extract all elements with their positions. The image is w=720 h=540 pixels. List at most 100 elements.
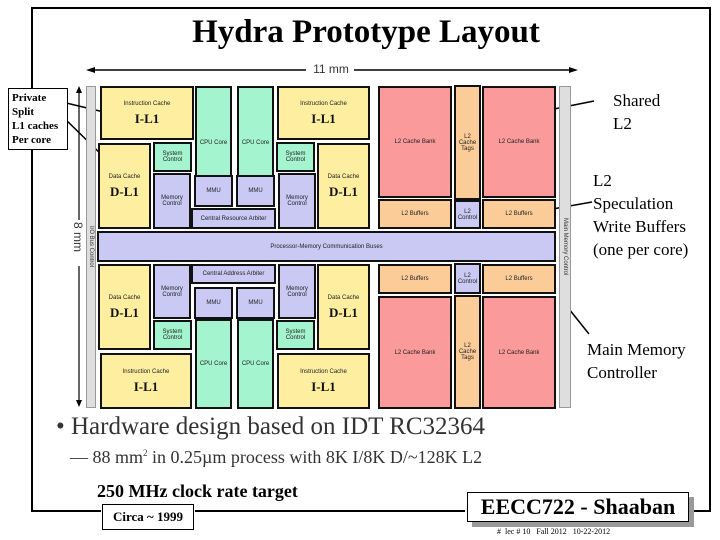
l2-control-bottom: L2 Control <box>454 263 481 294</box>
block-tag: D-L1 <box>110 184 139 199</box>
callout-line: L1 caches <box>12 120 59 132</box>
memory-control-top-right: Memory Control <box>278 173 316 229</box>
block-label: Data Cache <box>327 295 360 301</box>
block-label: L2 Buffers <box>505 211 533 217</box>
clock-rate-text: 250 MHz clock rate target <box>97 481 298 501</box>
block-label: System Control <box>162 151 183 163</box>
main-memory-control-strip: Main Memory Control <box>559 86 571 408</box>
block-label: CPU Core <box>241 140 270 146</box>
block-label: L2 Cache Bank <box>498 139 540 145</box>
block-label: L2 Cache Bank <box>498 349 540 356</box>
l2-cache-bank-bottom-left: L2 Cache Bank <box>378 296 452 409</box>
block-label: L2 Cache Bank <box>394 139 436 145</box>
block-label: L2 Buffers <box>401 211 429 217</box>
block-label: Data Cache <box>108 174 141 180</box>
block-tag: I-L1 <box>311 379 336 394</box>
l2-control-top: L2 Control <box>454 200 481 229</box>
arrow-left-icon <box>86 67 95 73</box>
cpu-core-bottom-left: CPU Core <box>195 319 232 409</box>
instruction-cache-top-left: Instruction Cache I-L1 <box>100 86 194 140</box>
data-cache-top-left: Data Cache D-L1 <box>98 143 151 229</box>
callout-line: L2 <box>613 114 632 133</box>
callout-line: Per core <box>12 134 51 146</box>
l2-cache-bank-top-left: L2 Cache Bank <box>378 86 452 198</box>
bullet-text: — 88 mm <box>70 447 144 467</box>
block-label: CPU Core <box>199 140 228 146</box>
callout-line: Write Buffers <box>593 217 686 236</box>
block-label: L2 Buffers <box>505 276 533 282</box>
l2-buffers-bottom-left: L2 Buffers <box>378 264 452 294</box>
circa-box: Circa ~ 1999 <box>102 504 194 530</box>
callout-line: Controller <box>587 363 657 382</box>
block-tag: I-L1 <box>133 379 159 394</box>
bullet-hardware-design: • Hardware design based on IDT RC32364 <box>56 413 486 440</box>
block-tag: D-L1 <box>329 184 358 199</box>
block-label: MMU <box>248 300 263 306</box>
mmu-bottom-left: MMU <box>194 287 233 319</box>
callout-private-l1: Private Split L1 caches Per core <box>8 88 68 150</box>
arrow-right-icon <box>569 67 578 73</box>
block-label: Data Cache <box>327 174 360 180</box>
callout-line: L2 <box>593 171 612 190</box>
callout-l2-speculation: L2 Speculation Write Buffers (one per co… <box>593 169 688 261</box>
system-control-bottom-right: System Control <box>276 320 315 350</box>
callout-line: Main Memory <box>587 340 686 359</box>
memory-control-top-left: Memory Control <box>153 173 191 229</box>
block-label: CPU Core <box>241 361 270 367</box>
block-label: System Control <box>162 329 183 341</box>
system-control-bottom-left: System Control <box>153 320 192 350</box>
block-label: Data Cache <box>108 295 141 301</box>
l2-cache-bank-bottom-right: L2 Cache Bank <box>482 296 556 409</box>
block-tag: I-L1 <box>311 111 336 126</box>
callout-line: Shared <box>613 91 661 110</box>
bullet-process-detail: — 88 mm2 in 0.25µm process with 8K I/8K … <box>70 447 482 468</box>
block-label: Instruction Cache <box>300 101 347 107</box>
central-resource-arbiter: Central Resource Arbiter <box>191 208 276 229</box>
callout-main-memory: Main Memory Controller <box>587 338 686 384</box>
footer-info: # lec # 10 Fall 2012 10-22-2012 <box>497 527 611 536</box>
block-label: L2 Cache Bank <box>394 349 436 356</box>
block-label: System Control <box>285 329 306 341</box>
block-tag: I-L1 <box>134 111 160 126</box>
block-label: MMU <box>206 188 221 194</box>
l2-cache-bank-top-right: L2 Cache Bank <box>482 86 556 198</box>
memory-control-bottom-left: Memory Control <box>153 264 191 319</box>
l2-cache-tags-top: L2 Cache Tags <box>454 85 481 200</box>
block-label: Central Resource Arbiter <box>200 215 267 222</box>
block-label: CPU Core <box>199 361 228 367</box>
block-label: Central Address Arbiter <box>202 271 265 277</box>
instruction-cache-top-right: Instruction Cache I-L1 <box>277 86 370 140</box>
system-control-top-right: System Control <box>276 142 315 172</box>
l2-cache-tags-bottom: L2 Cache Tags <box>454 295 481 409</box>
block-label: L2 Control <box>457 208 478 221</box>
block-label: System Control <box>285 151 306 163</box>
callout-line: (one per core) <box>593 240 689 259</box>
system-control-top-left: System Control <box>153 142 192 172</box>
block-label: MMU <box>248 188 263 194</box>
block-label: L2 Cache Tags <box>458 133 477 152</box>
instruction-cache-bottom-left: Instruction Cache I-L1 <box>100 353 192 409</box>
block-label: Instruction Cache <box>300 369 347 375</box>
block-label: Memory Control <box>161 195 183 207</box>
block-label: L2 Cache Tags <box>458 343 477 361</box>
l2-buffers-top-left: L2 Buffers <box>378 199 452 229</box>
callout-line: Private <box>12 92 47 104</box>
mmu-bottom-right: MMU <box>236 287 275 319</box>
callout-line: Speculation <box>593 194 674 213</box>
data-cache-bottom-right: Data Cache D-L1 <box>317 264 370 350</box>
main-memory-control-label: Main Memory Control <box>562 218 568 276</box>
arrow-down-icon <box>76 400 82 407</box>
l2-buffers-top-right: L2 Buffers <box>482 199 556 229</box>
block-label: L2 Buffers <box>401 276 429 282</box>
mmu-top-right: MMU <box>236 175 275 207</box>
block-label: Instruction Cache <box>122 369 170 375</box>
data-cache-top-right: Data Cache D-L1 <box>317 143 370 229</box>
callout-line: Split <box>12 106 35 118</box>
arrow-up-icon <box>76 86 82 93</box>
width-label: 11 mm <box>313 62 349 76</box>
block-label: Processor-Memory Communication Buses <box>270 243 383 250</box>
io-bus-control-label: I/O Bus Control <box>88 226 94 268</box>
block-tag: D-L1 <box>329 305 358 320</box>
block-label: Memory Control <box>161 285 183 298</box>
mmu-top-left: MMU <box>194 175 233 207</box>
